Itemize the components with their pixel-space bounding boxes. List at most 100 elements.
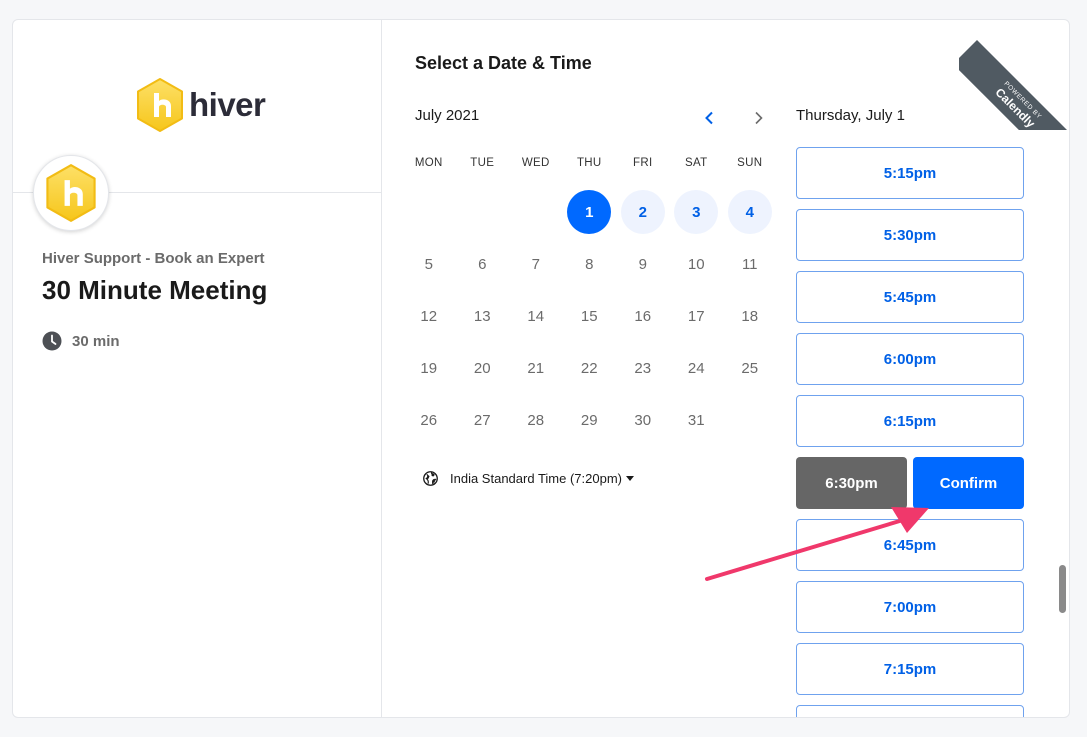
organizer-name: Hiver Support - Book an Expert [42,250,265,267]
calendar-day-number: 17 [687,307,705,325]
calendar-grid: 1 2 3 4 5 6 7 8 9 10 11 12 13 14 15 16 17 18 19 20 21 22 23 24 2… [402,186,776,446]
duration-label: 30 min [72,332,120,350]
hiver-hex-icon [137,78,183,132]
calendar-day-number: 16 [634,307,652,325]
calendar-day-number: 11 [741,255,758,273]
calendar-day-number: 12 [420,307,438,325]
calendar-day-30: 30 [616,394,670,446]
booking-card: hiver Hiver Support - Book an Expert 30 … [12,19,1070,718]
calendar-day-11: 11 [723,238,777,290]
weekday-thu: THU [576,157,602,169]
calendar-day-25: 25 [723,342,777,394]
hiver-avatar-icon [46,164,96,222]
calendar-day-number: 18 [741,307,759,325]
previous-month-button[interactable] [697,106,721,130]
event-duration: 30 min [42,331,120,351]
calendar-day-21: 21 [509,342,563,394]
calendar-day-number: 24 [687,359,705,377]
time-slot-button[interactable]: 5:45pm [796,271,1024,323]
weekday-mon: MON [414,157,443,169]
caret-down-icon [625,476,634,481]
calendar-day-2[interactable]: 2 [616,186,670,238]
calendar-day-number: 15 [580,307,598,325]
calendar-day-number: 7 [531,255,540,273]
calendar-day-number: 19 [420,359,438,377]
timezone-label: India Standard Time (7:20pm) [450,471,622,486]
calendar-day-17: 17 [670,290,724,342]
time-slot-button[interactable]: 5:30pm [796,209,1024,261]
calendar-day-14: 14 [509,290,563,342]
calendar-day-number: 2 [620,190,665,234]
calendar-day-number: 13 [473,307,491,325]
calendar-day-number: 3 [674,190,719,234]
powered-by-calendly-ribbon[interactable]: POWERED BY Calendly [959,20,1069,130]
page-title: Select a Date & Time [415,53,592,73]
calendar-day-13: 13 [456,290,510,342]
calendar-day-12: 12 [402,290,456,342]
time-slot-button[interactable]: 6:15pm [796,395,1024,447]
timezone-selector[interactable]: India Standard Time (7:20pm) [423,471,634,486]
calendar-day-number: 29 [580,411,598,429]
calendar-day-number: 26 [420,411,438,429]
calendar-day-6: 6 [456,238,510,290]
calendar-day-number: 27 [473,411,491,429]
calendar-day-number: 25 [741,359,759,377]
calendar-day-3[interactable]: 3 [670,186,724,238]
calendar-day-4[interactable]: 4 [723,186,777,238]
time-slot-button[interactable]: 5:15pm [796,147,1024,199]
weekday-tue: TUE [470,157,495,169]
weekday-sat: SAT [685,157,708,169]
empty-day-cell [509,186,563,238]
calendar-day-29: 29 [563,394,617,446]
calendar-day-23: 23 [616,342,670,394]
time-slot-button[interactable]: 7:15pm [796,643,1024,695]
calendar-day-18: 18 [723,290,777,342]
weekday-wed: WED [521,157,550,169]
weekday-fri: FRI [633,157,653,169]
calendar-day-number: 8 [585,255,594,273]
scrollbar-thumb[interactable] [1059,565,1066,613]
calendar-day-5: 5 [402,238,456,290]
calendar-day-8: 8 [563,238,617,290]
calendar-day-number: 21 [527,359,545,377]
calendar-day-31: 31 [670,394,724,446]
selected-date-label: Thursday, July 1 [796,107,905,124]
next-month-button[interactable] [747,106,771,130]
calendar-day-7: 7 [509,238,563,290]
ribbon-band: POWERED BY Calendly [959,40,1069,130]
empty-day-cell [402,186,456,238]
calendar-day-27: 27 [456,394,510,446]
calendar-day-22: 22 [563,342,617,394]
calendar-day-26: 26 [402,394,456,446]
calendar-day-number: 10 [687,255,705,273]
weekday-sun: SUN [737,157,763,169]
month-label: July 2021 [415,107,480,124]
event-details-panel: hiver Hiver Support - Book an Expert 30 … [13,20,382,717]
hiver-logo: hiver [135,77,266,133]
chevron-left-icon [705,111,713,125]
avatar [33,155,109,231]
calendar-day-1[interactable]: 1 [563,186,617,238]
time-slot-button[interactable]: 6:00pm [796,333,1024,385]
weekday-header: MON TUE WED THU FRI SAT SUN [402,157,777,169]
calendar-day-number: 5 [424,255,433,273]
calendar-day-19: 19 [402,342,456,394]
calendar-day-20: 20 [456,342,510,394]
clock-icon [42,331,62,351]
time-slot-button-partial[interactable] [796,705,1024,717]
calendar-day-number: 23 [634,359,652,377]
event-title: 30 Minute Meeting [42,275,268,305]
calendar-day-28: 28 [509,394,563,446]
calendar-day-number: 14 [527,307,545,325]
calendar-day-10: 10 [670,238,724,290]
annotation-arrow-icon [705,507,929,581]
calendar-day-number: 30 [634,411,652,429]
calendar-day-number: 4 [727,190,772,234]
calendar-day-number: 28 [527,411,545,429]
calendar-day-number: 9 [638,255,647,273]
globe-icon [423,471,438,486]
calendar-day-9: 9 [616,238,670,290]
calendar-day-15: 15 [563,290,617,342]
calendar-day-number: 31 [687,411,705,429]
calendar-day-number: 20 [473,359,491,377]
